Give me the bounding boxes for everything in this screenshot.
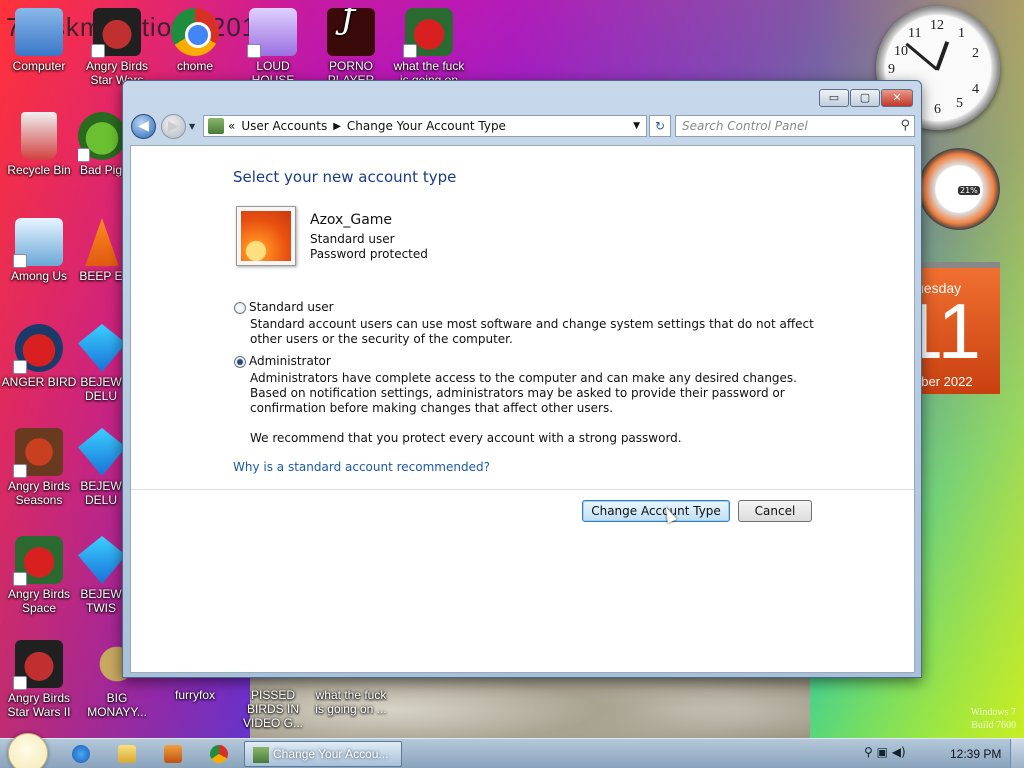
user-name: Azox_Game <box>310 212 393 228</box>
refresh-button[interactable]: ↻ <box>649 115 671 137</box>
recycle-bin-icon <box>21 112 57 160</box>
address-dropdown-icon[interactable]: ▼ <box>633 121 640 131</box>
administrator-radio[interactable] <box>234 356 246 368</box>
minimize-button[interactable]: ▭ <box>819 89 849 107</box>
standard-user-label[interactable]: Standard user <box>249 300 334 314</box>
start-button[interactable] <box>8 733 48 768</box>
back-button[interactable]: ◀ <box>131 114 156 139</box>
divider <box>131 489 914 490</box>
computer-icon <box>15 8 63 56</box>
system-tray[interactable]: ⚲ ▣ ◀) <box>864 745 906 759</box>
administrator-description: Administrators have complete access to t… <box>250 371 797 415</box>
show-desktop-button[interactable] <box>1010 739 1024 768</box>
cancel-button[interactable]: Cancel <box>738 500 812 522</box>
file-explorer-icon[interactable] <box>118 745 136 763</box>
angry-birds-seasons-icon <box>13 428 63 478</box>
cpu-meter-gadget[interactable]: 21% <box>918 148 1000 230</box>
password-recommendation: We recommend that you protect every acco… <box>250 431 682 445</box>
user-password-status: Password protected <box>310 247 428 261</box>
vlc-cone-icon <box>85 218 119 266</box>
desktop-icon-recycle-bin[interactable]: Recycle Bin <box>0 112 78 177</box>
address-bar[interactable]: « User Accounts ▶ Change Your Account Ty… <box>203 115 647 137</box>
why-standard-link[interactable]: Why is a standard account recommended? <box>233 460 490 474</box>
administrator-label[interactable]: Administrator <box>249 354 331 368</box>
desktop-icon-anger-bird[interactable]: ANGER BIRD <box>0 324 78 389</box>
chrome-icon[interactable] <box>210 745 228 763</box>
close-button[interactable]: ✕ <box>881 89 913 107</box>
breadcrumb-change-account-type[interactable]: Change Your Account Type <box>347 119 506 133</box>
desktop-icon-pissed-birds[interactable]: PISSED BIRDS IN VIDEO G... <box>234 672 312 730</box>
media-player-icon[interactable] <box>164 745 182 763</box>
chrome-icon <box>171 8 219 56</box>
search-input[interactable]: Search Control Panel ⚲ <box>675 115 915 137</box>
desktop-icon-bad-piggies[interactable]: Bad Pig <box>78 112 124 177</box>
forward-button[interactable]: ▶ <box>161 114 186 139</box>
flower-picture-icon <box>241 211 291 261</box>
angry-birds-space-icon <box>403 8 453 58</box>
angry-birds-space-icon <box>13 536 63 586</box>
user-role: Standard user <box>310 232 395 246</box>
recent-pages-dropdown[interactable]: ▼ <box>189 122 195 131</box>
calendar-gadget[interactable]: uesday 11 ober 2022 <box>920 262 1000 394</box>
among-us-icon <box>13 218 63 268</box>
taskbar-item-change-account[interactable]: Change Your Accou... <box>244 741 402 767</box>
desktop-icon-among-us[interactable]: Among Us <box>0 218 78 283</box>
bad-piggies-icon <box>78 112 124 162</box>
standard-user-radio[interactable] <box>234 302 246 314</box>
bejeweled-icon <box>78 428 124 476</box>
user-avatar <box>236 206 296 266</box>
angry-birds-star-wars-icon <box>91 8 141 58</box>
clock-hour-hand <box>935 41 950 71</box>
window-controls: ▭ ▢ ✕ <box>819 89 913 107</box>
angry-bird-icon <box>13 324 63 374</box>
control-panel-icon <box>253 747 269 763</box>
desktop-icon-wtf-2[interactable]: what the fuck is going on ... <box>312 672 390 716</box>
content-pane: Select your new account type Azox_Game S… <box>130 145 915 673</box>
bejeweled-icon <box>78 324 124 372</box>
control-panel-icon <box>208 118 224 134</box>
search-icon[interactable]: ⚲ <box>900 118 910 133</box>
standard-user-description: Standard account users can use most soft… <box>250 317 814 346</box>
desktop-icon-bejeweled-deluxe-2[interactable]: BEJEW DELU <box>78 428 124 507</box>
internet-explorer-icon[interactable] <box>72 745 90 763</box>
breadcrumb-user-accounts[interactable]: User Accounts <box>241 119 327 133</box>
desktop-icon-angry-birds-seasons[interactable]: Angry Birds Seasons <box>0 428 78 507</box>
navigation-bar: ◀ ▶ ▼ « User Accounts ▶ Change Your Acco… <box>131 113 915 139</box>
clock-minute-hand <box>905 42 938 71</box>
desktop-icon-computer[interactable]: Computer <box>0 8 78 73</box>
control-panel-window[interactable]: ▭ ▢ ✕ ◀ ▶ ▼ « User Accounts ▶ Change You… <box>122 80 922 678</box>
breadcrumb-separator[interactable]: ▶ <box>333 121 341 132</box>
flash-player-icon <box>327 8 375 56</box>
clock-time[interactable]: 12:39 PM <box>950 747 1001 761</box>
desktop-icon-angry-birds-star-wars-ii[interactable]: Angry Birds Star Wars II <box>0 640 78 719</box>
change-account-type-button[interactable]: Change Account Type <box>582 500 730 522</box>
windows-watermark: Windows 7 Build 7600 <box>970 707 1016 731</box>
desktop-icon-wtf[interactable]: what the fuck is going on <box>390 8 468 80</box>
loud-house-icon <box>247 8 297 58</box>
angry-birds-star-wars-icon <box>13 640 63 690</box>
page-title: Select your new account type <box>233 168 457 186</box>
desktop-icon-flash-player[interactable]: PORNO PLAYER <box>312 8 390 80</box>
taskbar: Change Your Accou... ⚲ ▣ ◀) 12:39 PM <box>0 733 1024 768</box>
desktop-icon-beep[interactable]: BEEP E <box>78 218 124 283</box>
desktop-icon-angry-birds-space[interactable]: Angry Birds Space <box>0 536 78 615</box>
breadcrumb-overflow[interactable]: « <box>228 119 235 133</box>
bejeweled-twist-icon <box>78 536 124 584</box>
maximize-button[interactable]: ▢ <box>850 89 880 107</box>
desktop-icon-loud-house[interactable]: LOUD HOUSE <box>234 8 312 87</box>
desktop-icon-bejeweled-twist[interactable]: BEJEW TWIS <box>78 536 124 615</box>
desktop-icon-chrome[interactable]: chome <box>156 8 234 73</box>
desktop-icon-bejeweled-deluxe-1[interactable]: BEJEW DELU <box>78 324 124 403</box>
desktop-icon-angry-birds-star-wars[interactable]: Angry Birds Star Wars <box>78 8 156 87</box>
